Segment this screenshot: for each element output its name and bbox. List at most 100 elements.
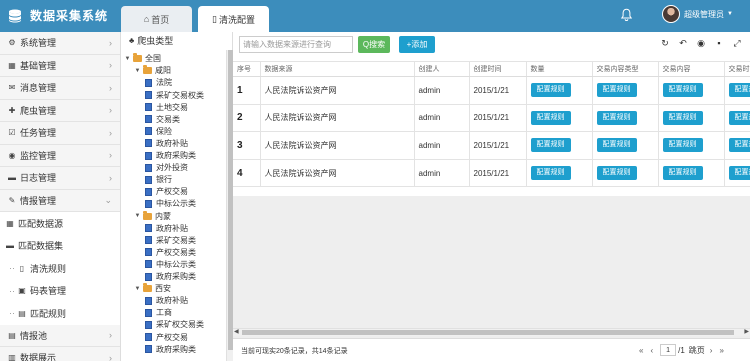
undo-icon[interactable]: ↶ — [676, 38, 690, 49]
jump-page-label[interactable]: 跳页 — [689, 345, 705, 356]
folder-icon — [133, 53, 142, 63]
tree-folder-node[interactable]: ▼ 咸阳 — [134, 65, 171, 77]
table-row[interactable]: 4人民法院诉讼资产网admin2015/1/21配置规则配置规则配置规则配置规则 — [233, 159, 750, 188]
bell-icon[interactable] — [620, 8, 633, 22]
sidebar-item-clean-rule[interactable]: ·· ▯ 清洗规则 — [0, 257, 120, 280]
user-menu[interactable]: 超级管理员 ▼ — [662, 5, 733, 23]
config-rule-button[interactable]: 配置规则 — [596, 138, 637, 153]
tree-leaf-node[interactable]: 土地交易 — [145, 101, 188, 113]
tree-folder-node[interactable]: ▼ 内蒙 — [134, 210, 171, 222]
sidebar-item-intel[interactable]: ✎ 情报管理 ⌄ — [0, 190, 120, 212]
tree-leaf-node[interactable]: 法院 — [145, 77, 172, 89]
expand-toggle-icon[interactable]: ▼ — [134, 213, 141, 219]
sidebar-item-crawler[interactable]: ✚ 爬虫管理 › — [0, 100, 120, 122]
file-icon — [145, 163, 152, 172]
tree-leaf-node[interactable]: 中标公示类 — [145, 259, 196, 271]
config-rule-button[interactable]: 配置规则 — [530, 83, 571, 98]
sidebar-item-log[interactable]: ▬ 日志管理 › — [0, 167, 120, 190]
tree-leaf-node[interactable]: 工商 — [145, 307, 172, 319]
expand-toggle-icon[interactable]: ▼ — [134, 286, 141, 292]
refresh-icon[interactable]: ↻ — [658, 38, 672, 49]
tree-leaf-node[interactable]: 产权交易 — [145, 331, 188, 343]
sidebar-item-intel-pool[interactable]: ▤ 情报池 › — [0, 325, 120, 347]
sidebar-item-data-display[interactable]: ▥ 数据展示 › — [0, 347, 120, 361]
config-rule-button[interactable]: 配置规则 — [530, 166, 571, 181]
prev-page-button[interactable]: ‹ — [650, 346, 653, 355]
column-header[interactable]: 交易内容类型 — [592, 61, 659, 77]
column-header[interactable]: 创建时间 — [469, 61, 527, 77]
eye-icon[interactable]: ◉ — [694, 38, 708, 49]
add-button[interactable]: +添加 — [399, 36, 435, 53]
sidebar-item-match-source[interactable]: ▦ 匹配数据源 — [0, 212, 120, 235]
config-rule-button[interactable]: 配置规则 — [530, 110, 571, 125]
column-header[interactable]: 交易时间 — [724, 61, 750, 77]
tree-leaf-node[interactable]: 中标公示类 — [145, 198, 196, 210]
table-row[interactable]: 2人民法院诉讼资产网admin2015/1/21配置规则配置规则配置规则配置规则 — [233, 104, 750, 133]
tree-leaf-node[interactable]: 采矿交易类 — [145, 235, 196, 247]
column-header[interactable]: 序号 — [233, 61, 261, 77]
tree-leaf-node[interactable]: 政府补贴 — [145, 138, 188, 150]
table-row[interactable]: 1人民法院诉讼资产网admin2015/1/21配置规则配置规则配置规则配置规则 — [233, 76, 750, 105]
column-header[interactable]: 数据来源 — [260, 61, 415, 77]
expand-toggle-icon[interactable]: ▼ — [124, 56, 131, 62]
tree-node-label: 全国 — [145, 54, 161, 64]
search-button[interactable]: Q搜索 — [358, 36, 390, 53]
sidebar-item-task[interactable]: ☑ 任务管理 › — [0, 122, 120, 145]
scroll-right-icon[interactable]: ▶ — [744, 328, 749, 335]
config-rule-button[interactable]: 配置规则 — [662, 138, 703, 153]
tree-leaf-node[interactable]: 产权交易 — [145, 186, 188, 198]
next-page-button[interactable]: › — [710, 346, 713, 355]
config-rule-button[interactable]: 配置规则 — [662, 110, 703, 125]
config-rule-button[interactable]: 配置规则 — [662, 83, 703, 98]
sidebar-item-system[interactable]: ⚙ 系统管理 › — [0, 32, 120, 55]
first-page-button[interactable]: « — [639, 346, 643, 355]
tree-leaf-node[interactable]: 政府采购类 — [145, 343, 196, 355]
tree-leaf-node[interactable]: 采矿交易权类 — [145, 89, 204, 101]
table-row[interactable]: 3人民法院诉讼资产网admin2015/1/21配置规则配置规则配置规则配置规则 — [233, 131, 750, 160]
config-rule-button[interactable]: 配置规则 — [530, 138, 571, 153]
tree-leaf-node[interactable]: 银行 — [145, 174, 172, 186]
tree-leaf-node[interactable]: 交易类 — [145, 114, 180, 126]
tree-folder-node[interactable]: ▼ 西安 — [134, 283, 171, 295]
config-rule-button[interactable]: 配置规则 — [596, 110, 637, 125]
lock-icon[interactable]: ▪ — [712, 38, 726, 49]
last-page-button[interactable]: » — [719, 346, 723, 355]
tree-leaf-node[interactable]: 政府补贴 — [145, 222, 188, 234]
config-rule-button[interactable]: 配置规则 — [728, 166, 750, 181]
sidebar-item-message[interactable]: ✉ 消息管理 › — [0, 77, 120, 100]
folder-icon — [143, 65, 152, 75]
tree-leaf-node[interactable]: 保险 — [145, 126, 172, 138]
tree-leaf-node[interactable]: 政府采购类 — [145, 271, 196, 283]
home-icon: ⌂ — [143, 14, 150, 24]
page-input[interactable]: 1 — [660, 344, 677, 356]
sidebar-item-match-rule[interactable]: ·· ▤ 匹配规则 — [0, 302, 120, 325]
column-header[interactable]: 数量 — [526, 61, 593, 77]
tree-scrollbar[interactable] — [226, 50, 233, 361]
config-rule-button[interactable]: 配置规则 — [728, 138, 750, 153]
tree-leaf-node[interactable]: 政府采购类 — [145, 150, 196, 162]
tree-leaf-node[interactable]: 政府补贴 — [145, 295, 188, 307]
config-rule-button[interactable]: 配置规则 — [596, 166, 637, 181]
scroll-left-icon[interactable]: ◀ — [234, 328, 239, 335]
h-scroll-thumb[interactable] — [242, 330, 734, 335]
column-header[interactable]: 创建人 — [414, 61, 470, 77]
column-header[interactable]: 交易内容 — [658, 61, 725, 77]
tree-leaf-node[interactable]: 对外投资 — [145, 162, 188, 174]
search-input[interactable]: 请输入数据来源进行查询 — [239, 36, 353, 53]
horizontal-scrollbar[interactable]: ◀ ▶ — [233, 328, 750, 336]
tree-leaf-node[interactable]: 产权交易类 — [145, 247, 196, 259]
expand-toggle-icon[interactable]: ▼ — [134, 68, 141, 74]
config-rule-button[interactable]: 配置规则 — [596, 83, 637, 98]
sidebar-item-code-table[interactable]: ·· ▣ 码表管理 — [0, 279, 120, 302]
tab-clean-config[interactable]: ▯ 清洗配置 — [198, 6, 269, 32]
config-rule-button[interactable]: 配置规则 — [728, 83, 750, 98]
sidebar-item-monitor[interactable]: ◉ 监控管理 › — [0, 145, 120, 167]
config-rule-button[interactable]: 配置规则 — [728, 110, 750, 125]
tree-leaf-node[interactable]: 采矿权交易类 — [145, 319, 204, 331]
sidebar-item-match-dataset[interactable]: ▬ 匹配数据集 — [0, 234, 120, 257]
sidebar-item-basic[interactable]: ▦ 基础管理 › — [0, 55, 120, 77]
tab-home[interactable]: ⌂ 首页 — [121, 6, 192, 32]
config-rule-button[interactable]: 配置规则 — [662, 166, 703, 181]
tree-folder-node[interactable]: ▼ 全国 — [124, 53, 161, 65]
expand-icon[interactable]: ⤢ — [730, 38, 744, 49]
